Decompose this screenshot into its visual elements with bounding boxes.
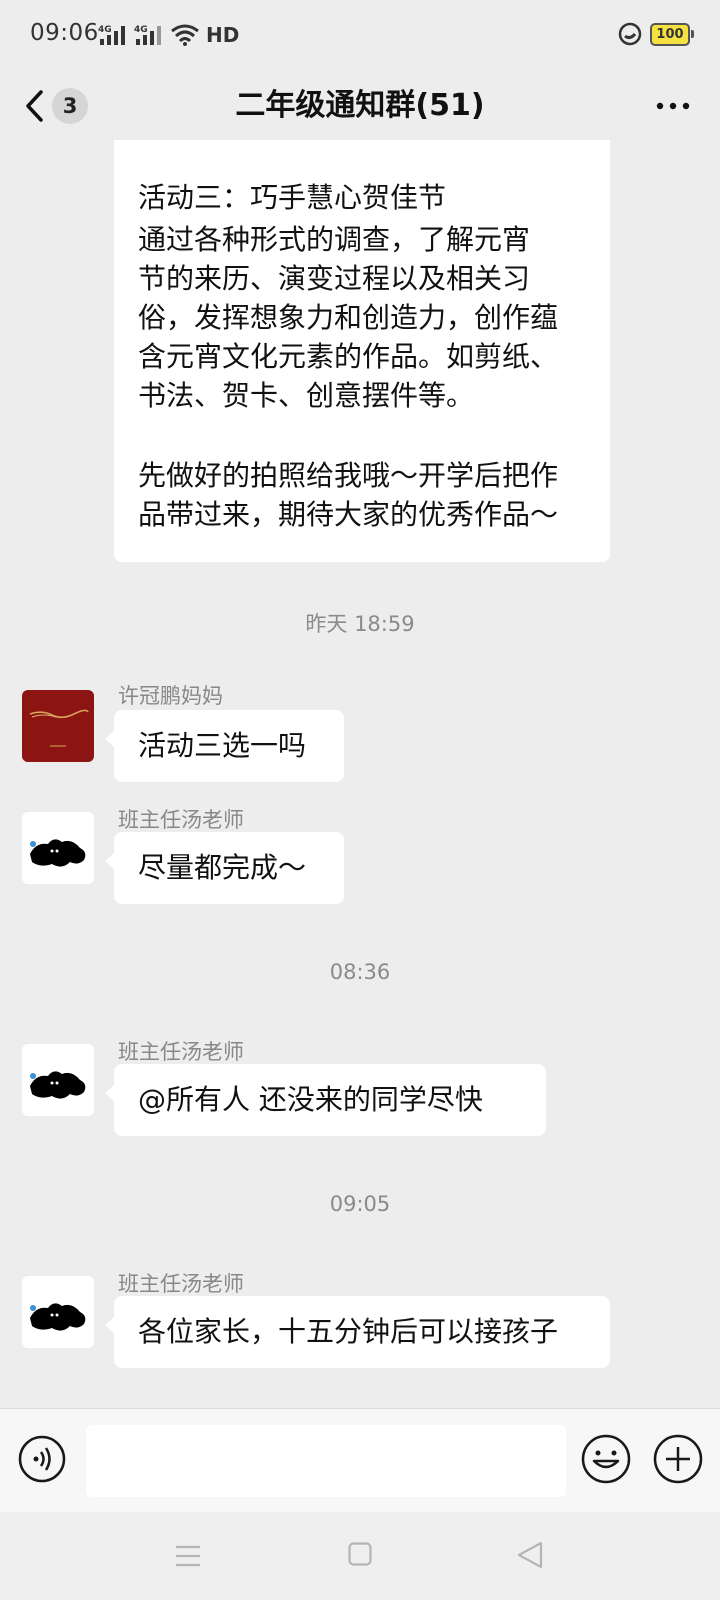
plus-button[interactable] (652, 1433, 704, 1485)
message-bubble[interactable]: 尽量都完成～ (105, 832, 344, 904)
status-icons: 4G 4G HD (98, 22, 239, 48)
message-line: 俗，发挥想象力和创造力，创作蕴 (138, 301, 559, 334)
sender-name: 许冠鹏妈妈 (118, 684, 223, 708)
message-text: 尽量都完成～ (138, 851, 307, 884)
avatar[interactable] (22, 1044, 94, 1116)
message-bubble[interactable]: 各位家长，十五分钟后可以接孩子 (105, 1296, 610, 1368)
chat-title: 二年级通知群(51) (235, 88, 485, 123)
message-bubble[interactable]: 活动三：巧手慧心贺佳节 通过各种形式的调查，了解元宵 节的来历、演变过程以及相关… (114, 140, 610, 562)
more-dots-icon (656, 102, 690, 110)
sender-name: 班主任汤老师 (118, 1040, 244, 1064)
signal-4g-icon: 4G (134, 25, 161, 45)
message-line: 通过各种形式的调查，了解元宵 (138, 223, 531, 256)
emoji-button[interactable] (580, 1433, 632, 1485)
voice-button[interactable] (18, 1435, 66, 1483)
chat-header: 3 二年级通知群(51) (0, 72, 720, 140)
message-input[interactable] (86, 1425, 566, 1497)
battery-level: 100 (656, 26, 684, 42)
message-line: 活动三：巧手慧心贺佳节 (138, 181, 447, 214)
emoji-icon (581, 1434, 631, 1484)
wifi-icon (171, 24, 199, 46)
chat-area[interactable]: 活动三：巧手慧心贺佳节 通过各种形式的调查，了解元宵 节的来历、演变过程以及相关… (0, 140, 720, 1408)
message-text: 活动三选一吗 (138, 729, 307, 762)
sender-name: 班主任汤老师 (118, 808, 244, 832)
back-triangle-icon (517, 1541, 543, 1569)
message-line: 品带过来，期待大家的优秀作品～ (138, 498, 559, 531)
message-text: 各位家长，十五分钟后可以接孩子 (138, 1315, 559, 1348)
signal-4g-icon: 4G (98, 25, 125, 45)
message-line: 书法、贺卡、创意摆件等。 (138, 379, 475, 412)
sender-name: 班主任汤老师 (118, 1272, 244, 1296)
svg-text:4G: 4G (98, 25, 112, 35)
input-bar (0, 1408, 720, 1513)
avatar[interactable] (22, 1276, 94, 1348)
home-icon (348, 1542, 372, 1566)
message-line: 先做好的拍照给我哦～开学后把作 (138, 459, 559, 492)
nav-home-button[interactable] (348, 1542, 372, 1566)
menu-icon (176, 1545, 200, 1567)
message-line: 节的来历、演变过程以及相关习 (138, 262, 531, 295)
avatar-image (30, 1303, 86, 1331)
message-bubble[interactable]: 活动三选一吗 (105, 710, 344, 782)
avatar[interactable] (22, 690, 94, 762)
nav-back-button[interactable] (516, 1540, 544, 1570)
nav-menu-button[interactable] (175, 1544, 201, 1568)
message-text: @所有人 还没来的同学尽快 (138, 1083, 483, 1116)
battery-area: 100 (618, 22, 694, 46)
more-button[interactable] (648, 86, 698, 126)
svg-text:4G: 4G (134, 25, 148, 35)
moon-icon (618, 22, 642, 46)
timestamp: 昨天 18:59 (305, 612, 415, 636)
timestamp: 08:36 (329, 960, 391, 984)
hd-indicator: HD (206, 23, 240, 47)
system-nav-bar (0, 1512, 720, 1600)
avatar[interactable] (22, 812, 94, 884)
message-bubble[interactable]: @所有人 还没来的同学尽快 (105, 1064, 546, 1136)
avatar-image (30, 1071, 86, 1099)
timestamp: 09:05 (329, 1192, 391, 1216)
voice-icon (18, 1435, 66, 1483)
avatar-image (30, 839, 86, 867)
status-time: 09:06 (30, 20, 99, 46)
avatar-image (29, 709, 89, 747)
battery-icon: 100 (650, 22, 694, 46)
status-bar: 09:06 4G 4G HD 100 (0, 0, 720, 72)
message-line: 含元宵文化元素的作品。如剪纸、 (138, 340, 559, 373)
plus-icon (653, 1434, 703, 1484)
